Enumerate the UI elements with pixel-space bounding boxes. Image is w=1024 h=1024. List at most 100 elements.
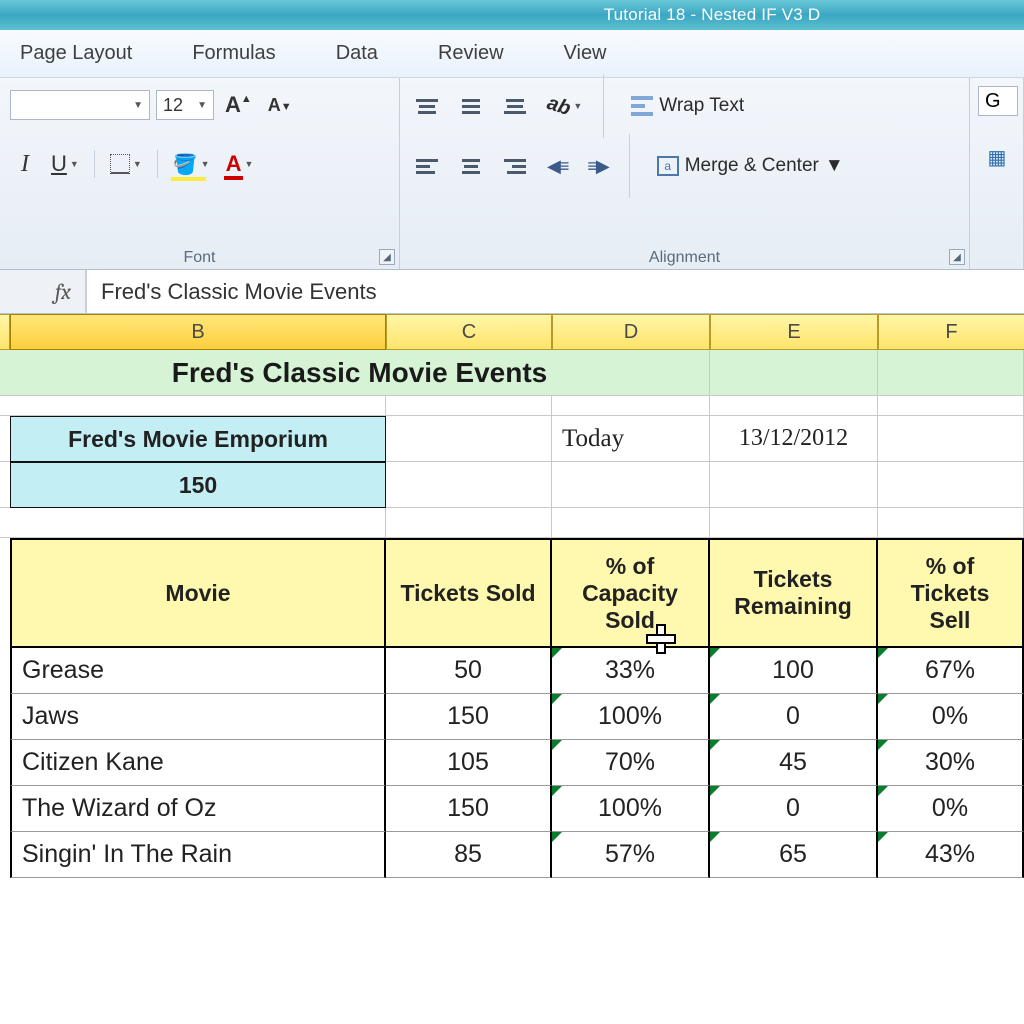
italic-button[interactable]: I <box>10 149 40 179</box>
increase-indent-button[interactable]: ≡▶ <box>582 151 612 181</box>
italic-icon: I <box>21 151 29 178</box>
th-pct-sell[interactable]: % of Tickets Sell <box>878 538 1024 648</box>
merge-center-button[interactable]: Merge & Center ▼ <box>646 151 855 181</box>
cell-pct-capacity[interactable]: 100% <box>552 786 710 832</box>
cell-movie[interactable]: Grease <box>10 648 386 694</box>
alignment-dialog-launcher[interactable]: ◢ <box>949 249 965 265</box>
tab-formulas[interactable]: Formulas <box>192 42 275 65</box>
accounting-format-button[interactable]: ▦ <box>978 142 1016 172</box>
wrap-text-label: Wrap Text <box>659 95 744 117</box>
cell-pct-sell[interactable]: 0% <box>878 694 1024 740</box>
cell-movie[interactable]: Jaws <box>10 694 386 740</box>
cell[interactable] <box>552 508 710 538</box>
formula-input[interactable]: Fred's Classic Movie Events <box>86 270 1024 313</box>
cell-pct-sell[interactable]: 67% <box>878 648 1024 694</box>
th-movie[interactable]: Movie <box>10 538 386 648</box>
cell[interactable] <box>878 508 1024 538</box>
cell[interactable] <box>552 462 710 508</box>
cell-pct-sell[interactable]: 0% <box>878 786 1024 832</box>
cell-pct-capacity[interactable]: 100% <box>552 694 710 740</box>
cell[interactable] <box>386 462 552 508</box>
font-color-button[interactable]: A ▼ <box>221 149 259 179</box>
align-bottom-button[interactable] <box>498 91 532 121</box>
cell-movie[interactable]: Citizen Kane <box>10 740 386 786</box>
col-header-a-sliver[interactable] <box>0 314 10 350</box>
cell-remaining[interactable]: 65 <box>710 832 878 878</box>
cell-pct-capacity[interactable]: 33% <box>552 648 710 694</box>
cell[interactable] <box>386 508 552 538</box>
cell[interactable] <box>10 396 386 416</box>
cell-remaining[interactable]: 45 <box>710 740 878 786</box>
font-size-combo[interactable]: 12 ▼ <box>156 90 214 120</box>
th-tickets-sold[interactable]: Tickets Sold <box>386 538 552 648</box>
decrease-indent-button[interactable]: ◀≡ <box>542 151 572 181</box>
cell[interactable] <box>710 350 878 396</box>
shrink-font-button[interactable]: A▼ <box>263 90 297 120</box>
cell[interactable] <box>710 508 878 538</box>
wrap-text-button[interactable]: Wrap Text <box>620 91 755 121</box>
cell[interactable] <box>386 396 552 416</box>
worksheet[interactable]: B C D E F Fred's Classic Movie Events Fr… <box>0 314 1024 878</box>
row-spacer <box>0 396 1024 416</box>
col-header-b[interactable]: B <box>10 314 386 350</box>
cell[interactable] <box>878 350 1024 396</box>
table-row: The Wizard of Oz150100%00% <box>0 786 1024 832</box>
dropdown-arrow-icon: ▼ <box>133 100 143 111</box>
align-middle-button[interactable] <box>454 91 488 121</box>
align-left-button[interactable] <box>410 151 444 181</box>
today-label[interactable]: Today <box>552 416 710 462</box>
col-header-c[interactable]: C <box>386 314 552 350</box>
grow-font-button[interactable]: A▲ <box>220 90 257 120</box>
cell-pct-capacity[interactable]: 57% <box>552 832 710 878</box>
fx-label[interactable]: fx <box>0 270 86 313</box>
today-value[interactable]: 13/12/2012 <box>710 416 878 462</box>
cell-movie[interactable]: The Wizard of Oz <box>10 786 386 832</box>
cell[interactable] <box>878 462 1024 508</box>
cell-sold[interactable]: 85 <box>386 832 552 878</box>
underline-button[interactable]: U▼ <box>46 149 84 179</box>
cell[interactable] <box>710 462 878 508</box>
cell[interactable] <box>878 396 1024 416</box>
cell-remaining[interactable]: 0 <box>710 786 878 832</box>
cell-sold[interactable]: 105 <box>386 740 552 786</box>
th-pct-capacity[interactable]: % of Capacity Sold <box>552 538 710 648</box>
align-right-button[interactable] <box>498 151 532 181</box>
merge-center-label: Merge & Center <box>685 155 819 177</box>
number-format-combo[interactable]: G <box>978 86 1018 116</box>
cell-pct-sell[interactable]: 43% <box>878 832 1024 878</box>
borders-button[interactable]: ▼ <box>105 149 147 179</box>
emporium-name[interactable]: Fred's Movie Emporium <box>10 416 386 462</box>
align-center-button[interactable] <box>454 151 488 181</box>
col-header-d[interactable]: D <box>552 314 710 350</box>
fill-color-button[interactable]: 🪣 ▼ <box>168 149 215 179</box>
align-top-button[interactable] <box>410 91 444 121</box>
sheet-title[interactable]: Fred's Classic Movie Events <box>10 350 710 396</box>
font-dialog-launcher[interactable]: ◢ <box>379 249 395 265</box>
cell[interactable] <box>10 508 386 538</box>
cell-sold[interactable]: 150 <box>386 694 552 740</box>
th-tickets-remaining[interactable]: Tickets Remaining <box>710 538 878 648</box>
col-header-e[interactable]: E <box>710 314 878 350</box>
cell-pct-capacity[interactable]: 70% <box>552 740 710 786</box>
cell[interactable] <box>878 416 1024 462</box>
cell-remaining[interactable]: 0 <box>710 694 878 740</box>
cell[interactable] <box>386 416 552 462</box>
tab-view[interactable]: View <box>564 42 607 65</box>
cell-sold[interactable]: 150 <box>386 786 552 832</box>
col-header-f[interactable]: F <box>878 314 1024 350</box>
font-name-combo[interactable]: ▼ <box>10 90 150 120</box>
number-format-value: G <box>985 90 1001 113</box>
tab-review[interactable]: Review <box>438 42 504 65</box>
separator <box>94 150 95 178</box>
orientation-button[interactable]: ab▼ <box>542 91 587 121</box>
tab-data[interactable]: Data <box>336 42 378 65</box>
cell-remaining[interactable]: 100 <box>710 648 878 694</box>
cell[interactable] <box>710 396 878 416</box>
window-title: Tutorial 18 - Nested IF V3 D <box>604 5 821 25</box>
cell[interactable] <box>552 396 710 416</box>
cell-sold[interactable]: 50 <box>386 648 552 694</box>
cell-movie[interactable]: Singin' In The Rain <box>10 832 386 878</box>
tab-page-layout[interactable]: Page Layout <box>20 42 132 65</box>
cell-pct-sell[interactable]: 30% <box>878 740 1024 786</box>
capacity-value[interactable]: 150 <box>10 462 386 508</box>
